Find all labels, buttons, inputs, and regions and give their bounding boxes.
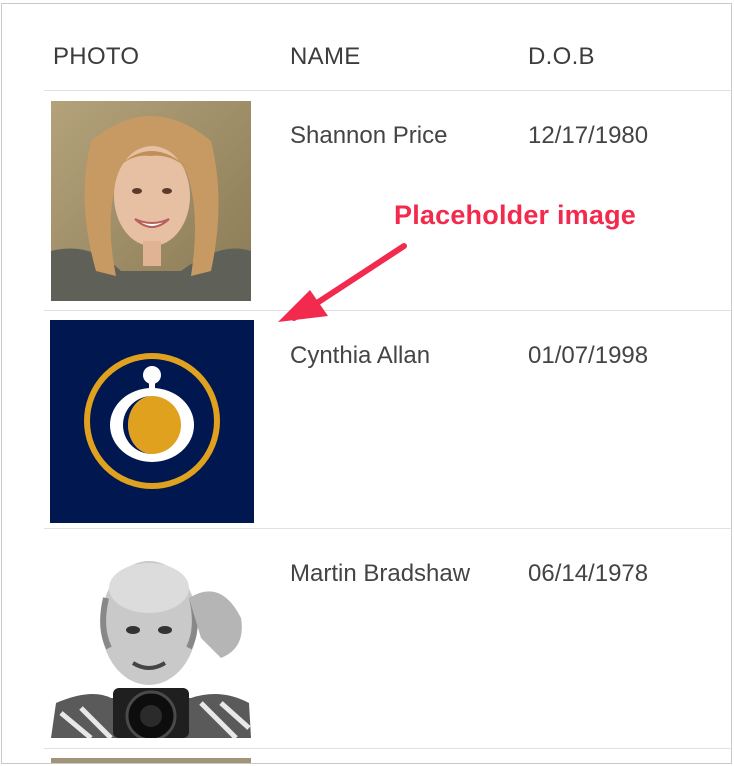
table-header: PHOTO NAME D.O.B — [2, 4, 731, 92]
header-name: NAME — [290, 43, 361, 70]
row-name: Cynthia Allan — [290, 342, 431, 369]
header-photo: PHOTO — [53, 43, 140, 70]
header-divider — [44, 90, 731, 91]
row-dob: 01/07/1998 — [528, 342, 649, 369]
placeholder-logo-icon — [50, 320, 254, 523]
annotation-label: Placeholder image — [394, 200, 636, 230]
row-name: Martin Bradshaw — [290, 560, 471, 587]
table-row: Cynthia Allan 01/07/1998 — [2, 320, 731, 532]
woman-portrait-photo — [51, 101, 251, 301]
row-dob: 12/17/1980 — [528, 122, 649, 149]
table-container: PHOTO NAME D.O.B Shannon Price 12/17/198… — [1, 3, 732, 764]
table-row: Martin Bradshaw 06/14/1978 — [2, 538, 731, 750]
bald-man-camera-photo — [51, 538, 251, 738]
row-dob: 06/14/1978 — [528, 560, 649, 587]
header-dob: D.O.B — [528, 43, 595, 70]
row-name: Shannon Price — [290, 122, 448, 149]
next-row-photo-partial — [51, 758, 251, 763]
annotation-arrow-icon — [278, 243, 407, 322]
row-divider — [44, 528, 731, 529]
row-divider — [44, 748, 731, 749]
